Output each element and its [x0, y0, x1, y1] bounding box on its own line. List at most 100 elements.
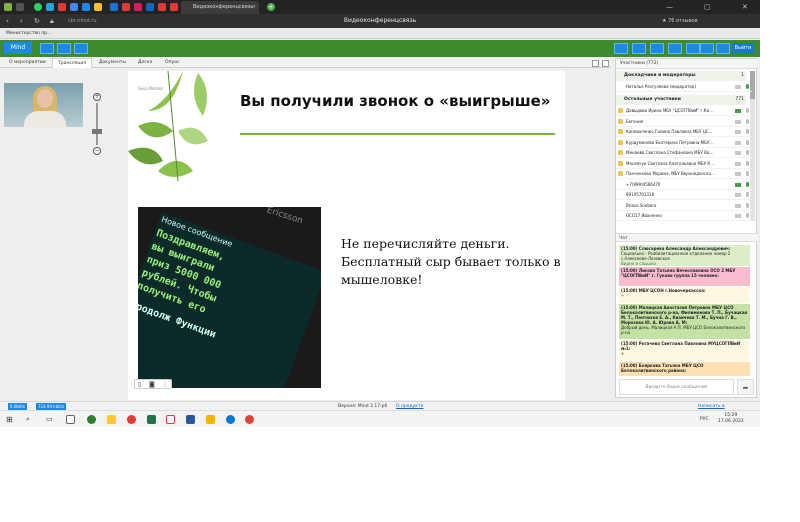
participant-name: +7(999)4566470 — [626, 181, 661, 187]
tab-icon[interactable] — [46, 3, 54, 11]
toolbar-button[interactable] — [716, 43, 730, 54]
language-indicator[interactable]: РУС — [700, 411, 709, 427]
participant-row[interactable]: ОСО17 Иваненко — [616, 211, 752, 221]
microphone-button[interactable] — [57, 43, 71, 54]
participant-row[interactable]: Курдуманова Екатерина Петровна МБУ… — [616, 138, 752, 148]
tab-board[interactable]: Доска — [133, 58, 157, 68]
participant-row[interactable]: Панченкова Марина, МБУ Верхнедонско… — [616, 169, 752, 179]
tab-icon[interactable] — [58, 3, 66, 11]
moderator-row[interactable]: Наталья Разгуляева (модератор) — [616, 82, 752, 92]
app-icon[interactable] — [4, 3, 12, 11]
task-view-icon[interactable]: ▭ — [46, 411, 53, 427]
settings-icon[interactable] — [226, 415, 235, 424]
zoom-slider[interactable]: + − — [92, 93, 102, 155]
moderators-count: 1 — [741, 73, 744, 78]
address-bar-row: ‹ › ↻ 🔒︎ Видеоконференцсвязь cbr.mind.ru… — [0, 14, 760, 28]
yandex-browser-icon[interactable] — [166, 415, 175, 424]
cortana-icon[interactable] — [66, 415, 75, 424]
participant-row[interactable]: Евгения — [616, 117, 752, 127]
phone-photo: Новое сообщение Поздравляем, вы выиграли… — [138, 207, 321, 388]
chat-text: Видно и слышно — [621, 261, 656, 266]
slide-brand: Sova Mentor — [138, 86, 164, 91]
fullscreen-icon[interactable] — [602, 60, 609, 67]
participant-name: Евгения — [626, 118, 644, 124]
participant-row[interactable]: 89105791318 — [616, 190, 752, 200]
zoom-out-icon[interactable]: − — [93, 147, 101, 155]
yandex-icon[interactable] — [127, 415, 136, 424]
explorer-icon[interactable] — [107, 415, 116, 424]
tab-icon[interactable] — [122, 3, 130, 11]
tab-icon[interactable] — [158, 3, 166, 11]
tab-about[interactable]: О мероприятии — [4, 58, 51, 68]
clock[interactable]: 15:29 17.06.2022 — [718, 413, 744, 425]
sidebar-icon[interactable] — [16, 3, 24, 11]
search-icon[interactable]: ⌕ — [26, 411, 30, 427]
send-icon[interactable]: ➦ — [737, 379, 754, 395]
tab-icon[interactable] — [170, 3, 178, 11]
toolbar-button[interactable] — [700, 43, 714, 54]
tab-icon[interactable] — [110, 3, 118, 11]
participant-name: Давыдова Ирина МБУ "ЦСОГПВиИ" г.Ка… — [626, 108, 714, 113]
zoom-handle[interactable] — [92, 129, 102, 134]
toolbar-button[interactable] — [614, 43, 628, 54]
participant-row[interactable]: Давыдова Ирина МБУ "ЦСОГПВиИ" г.Ка… — [616, 106, 752, 116]
participant-row[interactable]: Briaus Snebara — [616, 201, 752, 211]
tab-icon[interactable] — [70, 3, 78, 11]
tab-icon[interactable] — [82, 3, 90, 11]
participant-row[interactable]: Минаева Светлана Стефановна МБУ Ва… — [616, 148, 752, 158]
windows-start-icon[interactable]: ⊞ — [6, 411, 13, 427]
camera-button[interactable] — [40, 43, 54, 54]
participant-row[interactable]: Кановаленко Галина Павловна МБУ ЦС… — [616, 127, 752, 137]
word-icon[interactable] — [186, 415, 195, 424]
bookmark-item[interactable]: Министерство пр… — [6, 28, 52, 39]
camera-icon — [735, 172, 741, 176]
zoom-in-icon[interactable]: + — [93, 93, 101, 101]
close-window-icon[interactable]: ✕ — [742, 0, 748, 14]
chrome-icon[interactable] — [245, 415, 254, 424]
image-toolbar: ▯ ◙ ⋮ — [134, 379, 172, 389]
chat-input[interactable]: Введите Ваше сообщение — [619, 379, 734, 395]
zoom-track[interactable] — [96, 103, 98, 145]
tab-icon[interactable] — [134, 3, 142, 11]
browser-icon[interactable] — [87, 415, 96, 424]
tab-icon[interactable] — [94, 3, 102, 11]
toolbar-button[interactable] — [632, 43, 646, 54]
close-tab-icon[interactable]: × — [252, 1, 256, 14]
bookmark-icon[interactable]: ▯ — [138, 380, 141, 389]
whatsapp-tab-icon[interactable] — [34, 3, 42, 11]
raised-hand-icon — [618, 139, 623, 145]
speaker-video[interactable] — [4, 83, 83, 127]
moderators-group[interactable]: Докладчики и модераторы 1 — [616, 71, 746, 81]
tab-broadcast[interactable]: Трансляция — [52, 58, 93, 68]
app-toolbar: Mind Выйти — [0, 40, 760, 57]
speaker-button[interactable] — [74, 43, 88, 54]
url-field[interactable]: cbr.mind.ru — [68, 14, 97, 28]
new-tab-icon[interactable]: + — [267, 3, 275, 11]
chat-author: (15:00) Малицкая Анастасия Петровна МБУ … — [621, 305, 748, 325]
participant-name: Минаева Светлана Стефановна МБУ Ва… — [626, 150, 714, 155]
maximize-icon[interactable]: ▢ — [704, 0, 711, 14]
toolbar-button[interactable] — [650, 43, 664, 54]
participant-row[interactable]: +7(999)4566470 — [616, 180, 752, 190]
excel-icon[interactable] — [147, 415, 156, 424]
reviews-link[interactable]: ★ 76 отзывов — [662, 14, 698, 28]
restore-icon[interactable] — [592, 60, 599, 67]
chat-author: (15:00) Бояркова Татьяна МБУ ЦСО Белокал… — [621, 363, 704, 373]
moderator-name: Наталья Разгуляева (модератор) — [626, 84, 696, 89]
participant-row[interactable]: Мосейчук Светлана Анатольевна МБУ К… — [616, 159, 752, 169]
exit-button[interactable]: Выйти — [732, 43, 754, 54]
toolbar-button[interactable] — [668, 43, 682, 54]
status-bar: 0.0bit/s 724.94 kbit/s Версия: Mind 3.17… — [0, 401, 760, 418]
toolbar-button[interactable] — [686, 43, 700, 54]
tab-poll[interactable]: Опрос — [160, 58, 185, 68]
minimize-icon[interactable]: — — [666, 0, 673, 14]
more-icon[interactable]: ⋮ — [162, 380, 168, 389]
others-group[interactable]: Остальные участники 771 — [616, 95, 746, 105]
tab-documents[interactable]: Документы — [94, 58, 131, 68]
app-icon[interactable] — [206, 415, 215, 424]
raised-hand-icon — [618, 118, 623, 124]
chat-message: (15:00) Слюсарева Александр Александрови… — [619, 245, 750, 266]
tab-icon[interactable] — [146, 3, 154, 11]
active-browser-tab[interactable]: Видеоконференцсвязь × — [181, 1, 259, 14]
camera-icon[interactable]: ◙ — [149, 380, 155, 389]
